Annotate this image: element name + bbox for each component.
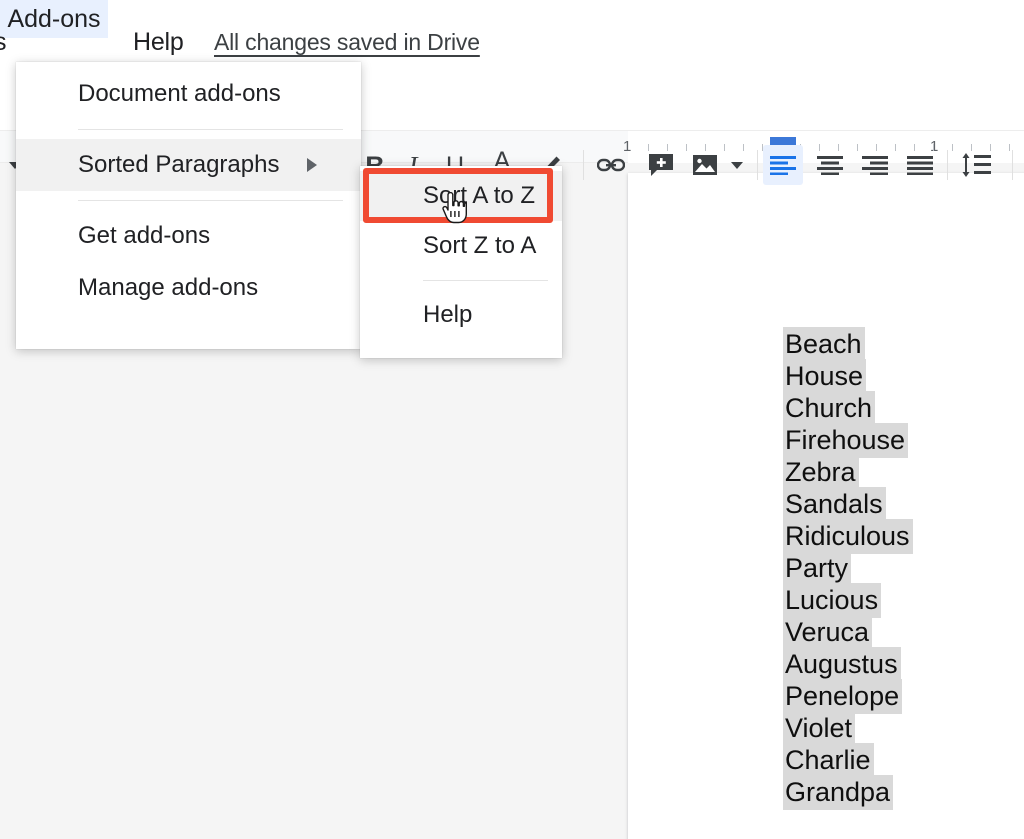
menu-option-label: Sorted Paragraphs [78, 151, 280, 178]
menu-option-get-add-ons[interactable]: Get add-ons [16, 210, 361, 262]
insert-link-icon[interactable] [596, 150, 626, 180]
ruler-tick [686, 144, 687, 151]
toolbar-separator [757, 150, 758, 180]
menu-item-truncated[interactable]: s [0, 28, 10, 57]
document-line-text: Charlie [783, 743, 874, 778]
document-line-text: Veruca [783, 615, 873, 650]
menu-option-label: Document add-ons [78, 80, 281, 107]
document-line[interactable]: Firehouse [783, 423, 1024, 458]
menu-option-manage-add-ons[interactable]: Manage add-ons [16, 262, 361, 314]
align-right-icon[interactable] [855, 145, 895, 185]
ruler-tick [743, 144, 744, 151]
ruler-tick [1009, 144, 1010, 151]
submenu-separator [423, 280, 548, 281]
document-line[interactable]: Augustus [783, 647, 1024, 682]
document-line[interactable]: Veruca [783, 615, 1024, 650]
insert-image-dropdown-icon[interactable] [726, 155, 748, 175]
menu-separator [78, 129, 343, 130]
menu-item-help[interactable]: Help [133, 28, 184, 57]
document-line-text: Lucious [783, 583, 882, 618]
toolbar-separator [947, 150, 948, 180]
document-line-text: Party [783, 551, 852, 586]
ruler-tick [724, 144, 725, 151]
insert-image-icon[interactable] [690, 151, 720, 179]
ruler-tick [895, 144, 896, 151]
submenu-arrow-icon [307, 158, 317, 172]
document-line[interactable]: Violet [783, 711, 1024, 746]
document-line[interactable]: Party [783, 551, 1024, 586]
save-status-label[interactable]: All changes saved in Drive [214, 29, 480, 56]
document-line[interactable]: Church [783, 391, 1024, 426]
document-line[interactable]: Penelope [783, 679, 1024, 714]
document-line-text: House [783, 359, 867, 394]
document-line[interactable]: Charlie [783, 743, 1024, 778]
submenu-option-help[interactable]: Help [360, 290, 562, 340]
submenu-option-sort-a-to-z[interactable]: Sort A to Z [360, 171, 562, 221]
ruler-tick [705, 144, 706, 151]
submenu-option-label: Sort A to Z [423, 182, 536, 209]
document-line-text: Firehouse [783, 423, 909, 458]
document-text-body[interactable]: Beach House Church Firehouse Zebra Sandals Rid… [783, 327, 1024, 810]
document-line[interactable]: Grandpa [783, 775, 1024, 810]
document-line-text: Augustus [783, 647, 901, 682]
menu-separator [78, 200, 343, 201]
menu-option-label: Manage add-ons [78, 274, 259, 301]
menu-item-add-ons-label: Add-ons [7, 4, 101, 33]
submenu-option-label: Help [423, 301, 473, 328]
document-line[interactable]: Lucious [783, 583, 1024, 618]
document-line-text: Ridiculous [783, 519, 913, 554]
align-justify-icon[interactable] [900, 145, 940, 185]
submenu-option-label: Sort Z to A [423, 232, 537, 259]
document-page[interactable]: Beach House Church Firehouse Zebra Sandals Rid… [628, 173, 1024, 839]
sorted-paragraphs-submenu[interactable]: Sort A to Z Sort Z to A Help [360, 166, 562, 358]
menu-bar[interactable]: s Add-ons Help All changes saved in Driv… [0, 0, 1024, 66]
document-line-text: Zebra [783, 455, 859, 490]
document-line-text: Penelope [783, 679, 903, 714]
document-line[interactable]: Beach [783, 327, 1024, 362]
menu-item-add-ons[interactable]: Add-ons [0, 0, 108, 38]
document-line-text: Grandpa [783, 775, 894, 810]
document-line-text: Sandals [783, 487, 886, 522]
menu-option-document-add-ons[interactable]: Document add-ons [16, 68, 361, 120]
line-spacing-icon[interactable] [958, 148, 994, 182]
align-left-icon[interactable] [763, 145, 803, 185]
toolbar-separator [1012, 150, 1013, 180]
document-line-text: Violet [783, 711, 856, 746]
align-center-icon[interactable] [810, 145, 850, 185]
document-line[interactable]: Sandals [783, 487, 1024, 522]
document-line[interactable]: Ridiculous [783, 519, 1024, 554]
document-line-text: Church [783, 391, 876, 426]
google-docs-window: Beach House Church Firehouse Zebra Sandals Rid… [0, 0, 1024, 839]
toolbar-separator [583, 150, 584, 180]
ruler-tick [952, 144, 953, 151]
add-comment-icon[interactable] [645, 150, 677, 180]
document-line-text: Beach [783, 327, 865, 362]
submenu-option-sort-z-to-a[interactable]: Sort Z to A [360, 221, 562, 271]
add-ons-dropdown-menu[interactable]: Document add-ons Sorted Paragraphs Get a… [16, 62, 361, 349]
document-line[interactable]: House [783, 359, 1024, 394]
document-line[interactable]: Zebra [783, 455, 1024, 490]
menu-option-sorted-paragraphs[interactable]: Sorted Paragraphs [16, 139, 361, 191]
menu-option-label: Get add-ons [78, 222, 211, 249]
